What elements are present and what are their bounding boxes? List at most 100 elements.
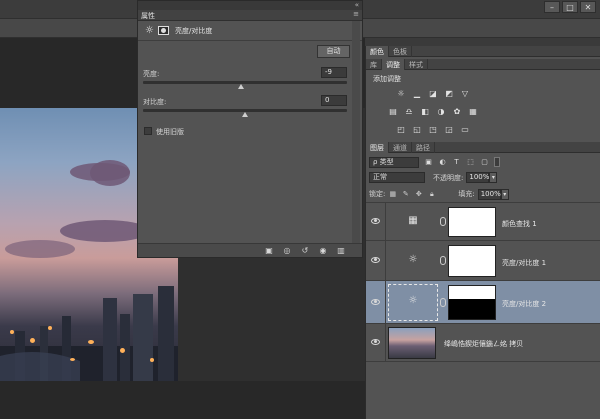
brightness-icon: ☼ <box>408 295 418 306</box>
clip-to-layer-icon[interactable]: ▣ <box>264 246 274 255</box>
divider <box>385 241 386 280</box>
brightness-value-input[interactable]: -9 <box>321 67 347 78</box>
auto-button[interactable]: 自动 <box>317 45 350 58</box>
brightness-label: 亮度: <box>143 70 160 78</box>
cloud <box>90 160 130 186</box>
lock-position-icon[interactable]: ✥ <box>414 190 423 199</box>
tab-layers[interactable]: 图层 <box>366 142 389 153</box>
invert-icon[interactable]: ◰ <box>396 125 406 135</box>
layer-name[interactable]: 亮度/对比度 2 <box>502 299 546 309</box>
filter-kind-select[interactable]: ρ 类型 <box>369 156 419 168</box>
black-white-icon[interactable]: ◧ <box>420 107 430 117</box>
smart-object-filter-icon[interactable]: ▢ <box>480 158 489 167</box>
tab-swatches[interactable]: 色板 <box>389 46 412 57</box>
adjustment-row-3: ◰ ◱ ◳ ◲ ▭ <box>396 125 470 135</box>
tab-paths[interactable]: 路径 <box>412 142 435 153</box>
divider <box>366 361 600 362</box>
layer-name[interactable]: 绛嶋悎鍥炬儴鍦ㄥ姳 拷贝 <box>444 339 523 349</box>
visibility-icon[interactable] <box>371 299 380 305</box>
tab-channels[interactable]: 通道 <box>389 142 412 153</box>
collapse-icon[interactable]: « <box>355 1 359 9</box>
link-icon[interactable] <box>440 298 446 307</box>
tab-adjustments[interactable]: 调整 <box>382 59 405 70</box>
trash-icon[interactable]: ▥ <box>336 246 346 255</box>
photo-filter-icon[interactable]: ◑ <box>436 107 446 117</box>
contrast-value-input[interactable]: 0 <box>321 95 347 106</box>
view-previous-icon[interactable]: ◎ <box>282 246 292 255</box>
color-balance-icon[interactable]: ♎ <box>404 107 414 117</box>
brightness-icon[interactable]: ☼ <box>143 24 156 37</box>
use-legacy-checkbox[interactable] <box>144 127 152 135</box>
curves-icon[interactable]: ◪ <box>428 89 438 99</box>
visibility-icon[interactable]: ◉ <box>318 246 328 255</box>
panel-header[interactable]: « <box>138 1 362 10</box>
brightness-slider-thumb[interactable] <box>237 84 244 89</box>
color-lookup-icon: ▦ <box>408 215 418 226</box>
tab-library[interactable]: 库 <box>366 59 382 70</box>
gradient-map-icon[interactable]: ▽ <box>460 89 470 99</box>
tab-color[interactable]: 颜色 <box>366 46 389 57</box>
brightness-icon: ☼ <box>408 254 418 265</box>
close-button[interactable]: ✕ <box>580 1 596 13</box>
levels-icon[interactable]: ▁ <box>412 89 422 99</box>
divider <box>385 324 386 361</box>
layer-brightness-1[interactable]: ☼ 亮度/对比度 1 <box>366 240 600 280</box>
panel-menu-icon[interactable]: ≡ <box>353 10 359 18</box>
layer-color-lookup-1[interactable]: ▦ 颜色查找 1 <box>366 202 600 240</box>
adjustment-filter-icon[interactable]: ◐ <box>438 158 447 167</box>
blend-mode-select[interactable]: 正常 <box>369 172 425 183</box>
city-light <box>30 338 35 343</box>
layer-photo-thumb[interactable] <box>388 327 436 359</box>
type-filter-icon[interactable]: T <box>452 158 461 167</box>
reset-icon[interactable]: ↺ <box>300 246 310 255</box>
maximize-button[interactable]: □ <box>562 1 578 13</box>
shape-filter-icon[interactable]: ⬚ <box>466 158 475 167</box>
window-controls: – □ ✕ <box>544 1 596 13</box>
selective-color-icon[interactable]: ◲ <box>444 125 454 135</box>
tab-styles[interactable]: 样式 <box>405 59 428 70</box>
layer-name[interactable]: 亮度/对比度 1 <box>502 258 546 268</box>
layer-mask-thumb[interactable] <box>448 245 496 277</box>
visibility-icon[interactable] <box>371 257 380 263</box>
tab-properties[interactable]: 属性 <box>141 11 155 21</box>
contrast-slider-thumb[interactable] <box>242 112 248 117</box>
layer-photo-copy[interactable]: 绛嶋悎鍥炬儴鍦ㄥ姳 拷贝 <box>366 323 600 361</box>
properties-scrollbar[interactable] <box>352 21 360 243</box>
city-light <box>10 330 14 334</box>
gradient-fill-icon[interactable]: ▭ <box>460 125 470 135</box>
channel-mixer-icon[interactable]: ✿ <box>452 107 462 117</box>
visibility-icon[interactable] <box>371 339 380 345</box>
mask-icon[interactable] <box>158 26 169 35</box>
brightness-slider[interactable] <box>143 81 347 84</box>
vibrance-icon[interactable]: ▤ <box>388 107 398 117</box>
lock-all-icon[interactable]: 🔒︎ <box>427 190 436 199</box>
link-icon[interactable] <box>440 256 446 265</box>
opacity-dropdown-icon[interactable]: ▾ <box>489 172 498 183</box>
opacity-input[interactable]: 100% <box>466 172 489 183</box>
lock-brush-icon[interactable]: ✎ <box>401 190 410 199</box>
threshold-icon[interactable]: ◳ <box>428 125 438 135</box>
color-lookup-icon[interactable]: ▦ <box>468 107 478 117</box>
exposure-icon[interactable]: ◩ <box>444 89 454 99</box>
cloud <box>5 240 75 258</box>
posterize-icon[interactable]: ◱ <box>412 125 422 135</box>
filter-toggle[interactable] <box>494 157 500 167</box>
layer-name[interactable]: 颜色查找 1 <box>502 219 537 229</box>
lock-transparent-icon[interactable]: ▦ <box>388 190 397 199</box>
adjust-panel-tabs: 库 调整 样式 <box>366 59 600 70</box>
minimize-button[interactable]: – <box>544 1 560 13</box>
link-icon[interactable] <box>440 217 446 226</box>
fill-dropdown-icon[interactable]: ▾ <box>500 188 509 200</box>
divider <box>385 203 386 240</box>
pixel-filter-icon[interactable]: ▣ <box>424 158 433 167</box>
brightness-icon[interactable]: ☼ <box>396 89 406 99</box>
add-adjustment-title: 添加调整 <box>373 75 401 83</box>
layer-mask-thumb[interactable] <box>448 285 496 320</box>
fill-input[interactable]: 100% <box>477 188 501 200</box>
layer-mask-thumb[interactable] <box>448 207 496 237</box>
properties-tab-bar: 属性 ≡ <box>138 10 362 21</box>
use-legacy-label: 使用旧版 <box>156 128 184 136</box>
visibility-icon[interactable] <box>371 218 380 224</box>
color-panel-tabs: 颜色 色板 <box>366 46 600 57</box>
layer-brightness-2-selected[interactable]: ☼ 亮度/对比度 2 <box>366 280 600 323</box>
